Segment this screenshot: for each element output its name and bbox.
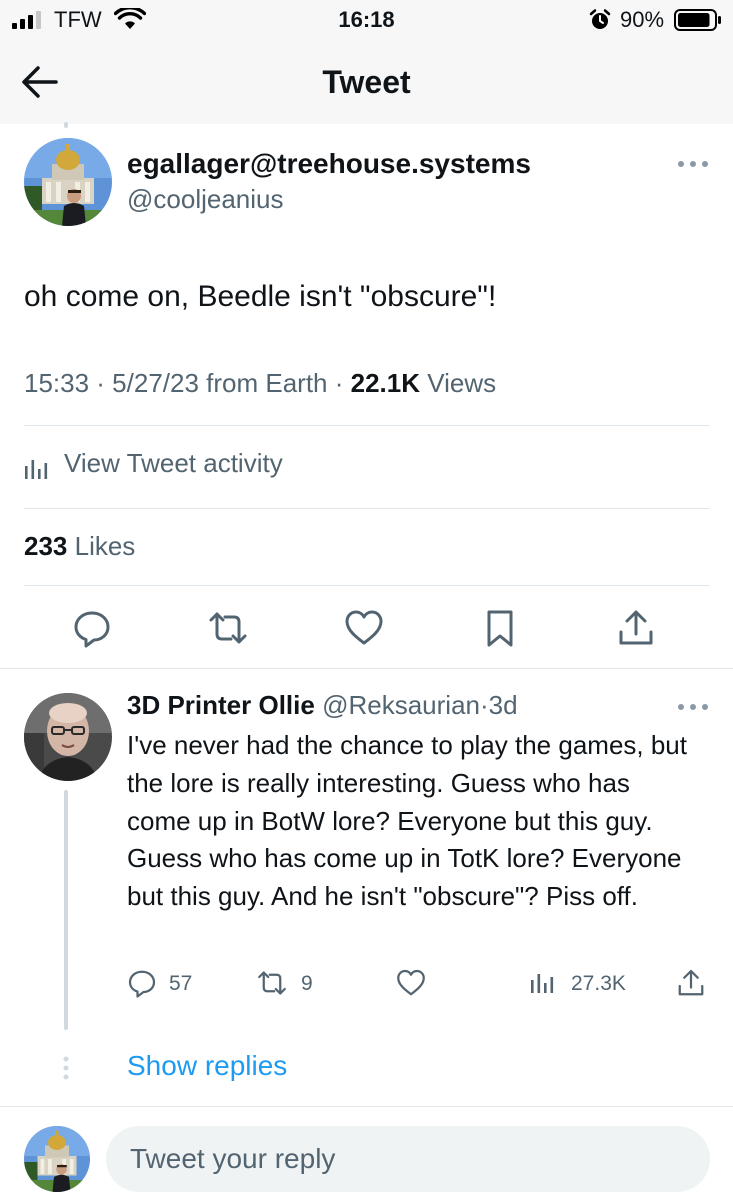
views-count[interactable]: 22.1K bbox=[351, 368, 420, 398]
avatar bbox=[24, 1126, 90, 1192]
divider bbox=[24, 508, 710, 509]
reply-views-count: 27.3K bbox=[571, 972, 626, 995]
reply-input[interactable] bbox=[106, 1126, 710, 1192]
likes-count: 233 bbox=[24, 531, 68, 561]
alarm-icon bbox=[589, 9, 611, 29]
reply-header: 3D Printer Ollie @Reksaurian·3d bbox=[127, 690, 518, 721]
reply-timestamp[interactable]: 3d bbox=[489, 690, 518, 720]
thread-ellipsis-icon bbox=[63, 1056, 69, 1080]
more-options-icon[interactable] bbox=[676, 157, 710, 171]
like-icon[interactable] bbox=[344, 608, 384, 648]
tweet-timestamp: 15:33 · 5/27/23 from Earth · bbox=[24, 368, 351, 398]
reply-retweet-button[interactable]: 9 bbox=[257, 966, 327, 1002]
retweet-count: 9 bbox=[301, 972, 313, 995]
share-icon[interactable] bbox=[616, 608, 656, 648]
reply-views-button[interactable]: 27.3K bbox=[530, 966, 640, 1002]
share-icon bbox=[678, 969, 704, 996]
reply-author-handle[interactable]: @Reksaurian bbox=[322, 690, 480, 720]
thread-connector bbox=[64, 122, 68, 128]
separator-dot: · bbox=[479, 690, 489, 720]
header-bar: Tweet bbox=[0, 40, 733, 124]
thread-connector bbox=[64, 790, 68, 1030]
views-label[interactable]: Views bbox=[420, 368, 496, 398]
avatar[interactable] bbox=[24, 138, 112, 226]
avatar[interactable] bbox=[24, 693, 112, 781]
divider bbox=[0, 668, 733, 669]
battery-icon bbox=[674, 9, 721, 31]
likes-label: Likes bbox=[67, 531, 136, 561]
reply-icon bbox=[128, 970, 156, 998]
status-bar: TFW 16:18 90% bbox=[0, 0, 733, 40]
reply-like-button[interactable] bbox=[396, 966, 430, 1002]
likes-summary[interactable]: 233 Likes bbox=[24, 531, 135, 562]
analytics-icon bbox=[531, 974, 554, 993]
reply-author-name[interactable]: 3D Printer Ollie bbox=[127, 690, 315, 720]
author-name[interactable]: egallager@treehouse.systems bbox=[127, 148, 531, 180]
analytics-icon bbox=[25, 460, 48, 479]
reply-reply-button[interactable]: 57 bbox=[127, 966, 207, 1002]
reply-count: 57 bbox=[169, 972, 193, 995]
bookmark-icon[interactable] bbox=[480, 608, 520, 648]
page-title: Tweet bbox=[322, 64, 411, 100]
reply-share-button[interactable] bbox=[676, 966, 710, 1002]
tweet-metadata: 15:33 · 5/27/23 from Earth · 22.1K Views bbox=[24, 368, 496, 399]
divider bbox=[24, 585, 710, 586]
divider bbox=[24, 425, 710, 426]
battery-percent: 90% bbox=[620, 7, 665, 32]
reply-icon[interactable] bbox=[72, 608, 112, 648]
activity-label: View Tweet activity bbox=[64, 448, 283, 478]
author-handle[interactable]: @cooljeanius bbox=[127, 184, 283, 215]
like-icon bbox=[397, 969, 425, 996]
reply-text: I've never had the chance to play the ga… bbox=[127, 730, 687, 912]
tweet-text: oh come on, Beedle isn't "obscure"! bbox=[24, 280, 497, 313]
retweet-icon[interactable] bbox=[208, 608, 248, 648]
more-options-icon[interactable] bbox=[676, 700, 710, 714]
retweet-icon bbox=[258, 971, 286, 995]
show-replies-link[interactable]: Show replies bbox=[127, 1050, 287, 1082]
